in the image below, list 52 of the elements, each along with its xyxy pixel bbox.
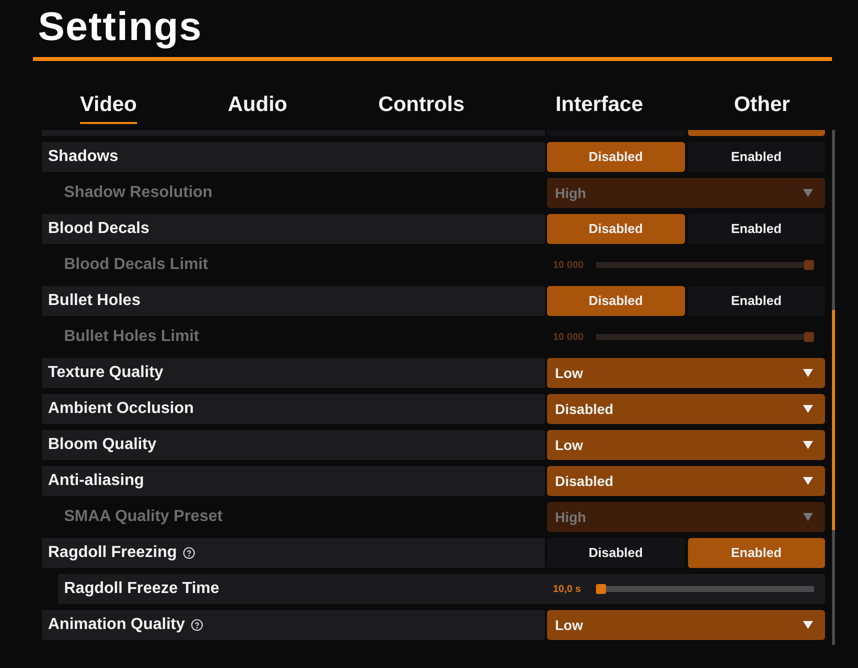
setting-label: Bullet Holes (48, 291, 140, 311)
dropdown[interactable]: Disabled (547, 394, 825, 424)
clipped-toggle-option[interactable] (688, 130, 825, 136)
scrollbar[interactable] (832, 130, 835, 645)
tab[interactable]: Other (734, 93, 790, 124)
page-title: Settings (38, 4, 202, 51)
toggle-option[interactable]: Disabled (547, 286, 684, 316)
toggle-option[interactable]: Disabled (547, 142, 684, 172)
setting-label: Shadow Resolution (64, 183, 212, 203)
dropdown[interactable]: Low (547, 358, 825, 388)
tab[interactable]: Audio (228, 93, 288, 124)
slider-value: 10 000 (553, 332, 585, 342)
slider-thumb[interactable] (596, 584, 606, 594)
dropdown[interactable]: Disabled (547, 466, 825, 496)
slider-value: 10,0 s (553, 584, 582, 594)
tab[interactable]: Interface (555, 93, 644, 124)
setting-label: Blood Decals (48, 219, 150, 239)
caret-down-icon (803, 441, 813, 449)
setting-label: Ragdoll Freeze Time (64, 579, 220, 599)
setting-label: Anti-aliasing (48, 471, 144, 491)
scrollbar-thumb[interactable] (832, 310, 835, 530)
toggle-option[interactable]: Enabled (688, 538, 825, 568)
caret-down-icon (803, 477, 813, 485)
caret-down-icon (803, 189, 813, 197)
caret-down-icon (803, 621, 813, 629)
setting-label: Bloom Quality (48, 435, 156, 455)
setting-label: Shadows (48, 147, 118, 167)
caret-down-icon (803, 513, 813, 521)
setting-label: Ragdoll Freezing (48, 543, 177, 563)
help-icon[interactable] (182, 547, 195, 559)
help-icon[interactable] (190, 619, 203, 631)
slider[interactable] (596, 584, 814, 594)
toggle-option[interactable]: Disabled (547, 538, 684, 568)
slider[interactable] (596, 260, 814, 270)
dropdown[interactable]: Low (547, 430, 825, 460)
setting-label: Blood Decals Limit (64, 255, 208, 275)
slider[interactable] (596, 332, 814, 342)
setting-label: Texture Quality (48, 363, 164, 383)
tab[interactable]: Controls (378, 93, 465, 124)
slider-value: 10 000 (553, 260, 585, 270)
toggle-option[interactable]: Disabled (547, 214, 684, 244)
toggle-option[interactable]: Enabled (688, 142, 825, 172)
dropdown[interactable]: Low (547, 610, 825, 640)
tab[interactable]: Video (80, 93, 137, 124)
setting-label: Ambient Occlusion (48, 399, 194, 419)
setting-label: SMAA Quality Preset (64, 507, 223, 527)
caret-down-icon (803, 405, 813, 413)
toggle-option[interactable]: Enabled (688, 214, 825, 244)
setting-label: Bullet Holes Limit (64, 327, 200, 347)
setting-label: Animation Quality (48, 615, 185, 635)
toggle-option[interactable]: Enabled (688, 286, 825, 316)
caret-down-icon (803, 369, 813, 377)
